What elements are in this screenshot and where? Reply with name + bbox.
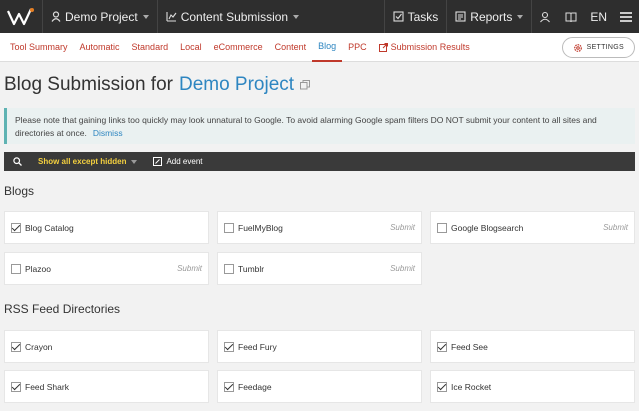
filter-bar: Show all except hidden Add event — [4, 152, 635, 171]
checkbox[interactable] — [11, 222, 21, 233]
checkbox[interactable] — [11, 381, 21, 392]
list-item[interactable]: Feed Fury — [217, 330, 422, 363]
checkbox[interactable] — [224, 263, 234, 274]
tasks-button[interactable]: Tasks — [385, 0, 447, 33]
language-selector[interactable]: EN — [584, 10, 613, 24]
tasks-icon — [393, 11, 404, 22]
item-label: Feed Shark — [25, 381, 69, 392]
copy-icon[interactable] — [300, 80, 311, 90]
checkbox[interactable] — [437, 222, 447, 233]
checkbox[interactable] — [224, 381, 234, 392]
reports-button[interactable]: Reports — [447, 0, 531, 33]
dismiss-link[interactable]: Dismiss — [93, 128, 123, 138]
chevron-down-icon — [142, 14, 149, 19]
item-label: FuelMyBlog — [238, 222, 283, 233]
tab-automatic[interactable]: Automatic — [74, 33, 126, 62]
filter-label: Show all except hidden — [38, 157, 127, 166]
user-icon — [51, 11, 61, 22]
list-item[interactable]: Crayon — [4, 330, 209, 363]
section-title-rss: RSS Feed Directories — [4, 302, 121, 316]
chart-icon — [166, 12, 177, 22]
item-label: Blog Catalog — [25, 222, 74, 233]
users-icon[interactable] — [532, 0, 558, 33]
add-event-label: Add event — [166, 157, 203, 166]
list-item[interactable]: Feed See — [430, 330, 635, 363]
list-item[interactable]: Ice Rocket — [430, 370, 635, 403]
submit-link[interactable]: Submit — [390, 223, 415, 232]
tab-blog[interactable]: Blog — [312, 33, 343, 62]
search-icon[interactable] — [4, 157, 30, 166]
tab-standard[interactable]: Standard — [126, 33, 175, 62]
section-title-blogs: Blogs — [4, 184, 35, 198]
tasks-label: Tasks — [407, 9, 439, 24]
project-selector[interactable]: Demo Project — [43, 0, 157, 33]
settings-button[interactable]: SETTINGS — [561, 37, 635, 58]
list-item[interactable]: FuelMyBlog Submit — [217, 211, 422, 244]
list-item[interactable]: Tumblr Submit — [217, 252, 422, 285]
book-icon[interactable] — [558, 0, 584, 33]
chevron-down-icon — [517, 14, 524, 19]
tab-ecommerce[interactable]: eCommerce — [208, 33, 269, 62]
checkbox[interactable] — [224, 222, 234, 233]
tab-tool-summary[interactable]: Tool Summary — [0, 33, 74, 62]
project-name: Demo Project — [65, 9, 138, 24]
item-label: Crayon — [25, 341, 53, 352]
tab-local[interactable]: Local — [174, 33, 208, 62]
checkbox[interactable] — [437, 381, 447, 392]
list-item[interactable]: Plazoo Submit — [4, 252, 209, 285]
reports-label: Reports — [470, 9, 513, 24]
list-item[interactable]: Blog Catalog — [4, 211, 209, 244]
module-selector[interactable]: Content Submission — [158, 0, 307, 33]
item-label: Ice Rocket — [451, 381, 492, 392]
module-name: Content Submission — [180, 9, 289, 24]
gear-icon — [573, 43, 582, 52]
checkbox[interactable] — [437, 341, 447, 352]
filter-dropdown[interactable]: Show all except hidden — [30, 157, 145, 166]
item-label: Feed See — [451, 341, 488, 352]
hamburger-menu-icon[interactable] — [613, 0, 639, 33]
logo-icon[interactable] — [0, 0, 42, 33]
page-title-prefix: Blog Submission for — [4, 74, 173, 95]
list-item[interactable]: Google Blogsearch Submit — [430, 211, 635, 244]
submit-link[interactable]: Submit — [177, 264, 202, 273]
reports-icon — [455, 11, 466, 22]
list-item[interactable]: Feedage — [217, 370, 422, 403]
item-label: Feed Fury — [238, 341, 277, 352]
tab-content[interactable]: Content — [269, 33, 313, 62]
submit-link[interactable]: Submit — [390, 264, 415, 273]
external-link-icon — [378, 42, 388, 52]
submit-link[interactable]: Submit — [603, 223, 628, 232]
tab-ppc[interactable]: PPC — [342, 33, 373, 62]
notice-banner: Please note that gaining links too quick… — [4, 108, 635, 144]
item-label: Feedage — [238, 381, 272, 392]
tab-bar: Tool Summary Automatic Standard Local eC… — [0, 33, 639, 62]
settings-label: SETTINGS — [586, 44, 624, 51]
chevron-down-icon — [293, 14, 300, 19]
tab-submission-results-label: Submission Results — [390, 42, 470, 52]
checkbox[interactable] — [11, 263, 21, 274]
item-label: Tumblr — [238, 263, 265, 274]
checkbox[interactable] — [11, 341, 21, 352]
checkbox[interactable] — [224, 341, 234, 352]
note-icon — [153, 157, 163, 166]
tab-submission-results[interactable]: Submission Results — [373, 33, 476, 62]
top-navigation-bar: Demo Project Content Submission Tasks Re… — [0, 0, 639, 33]
page-title-project[interactable]: Demo Project — [179, 74, 294, 96]
item-label: Google Blogsearch — [451, 222, 524, 233]
item-label: Plazoo — [25, 263, 51, 274]
chevron-down-icon — [131, 159, 138, 164]
page-title: Blog Submission for Demo Project — [4, 74, 311, 96]
add-event-button[interactable]: Add event — [145, 157, 210, 166]
list-item[interactable]: Feed Shark — [4, 370, 209, 403]
